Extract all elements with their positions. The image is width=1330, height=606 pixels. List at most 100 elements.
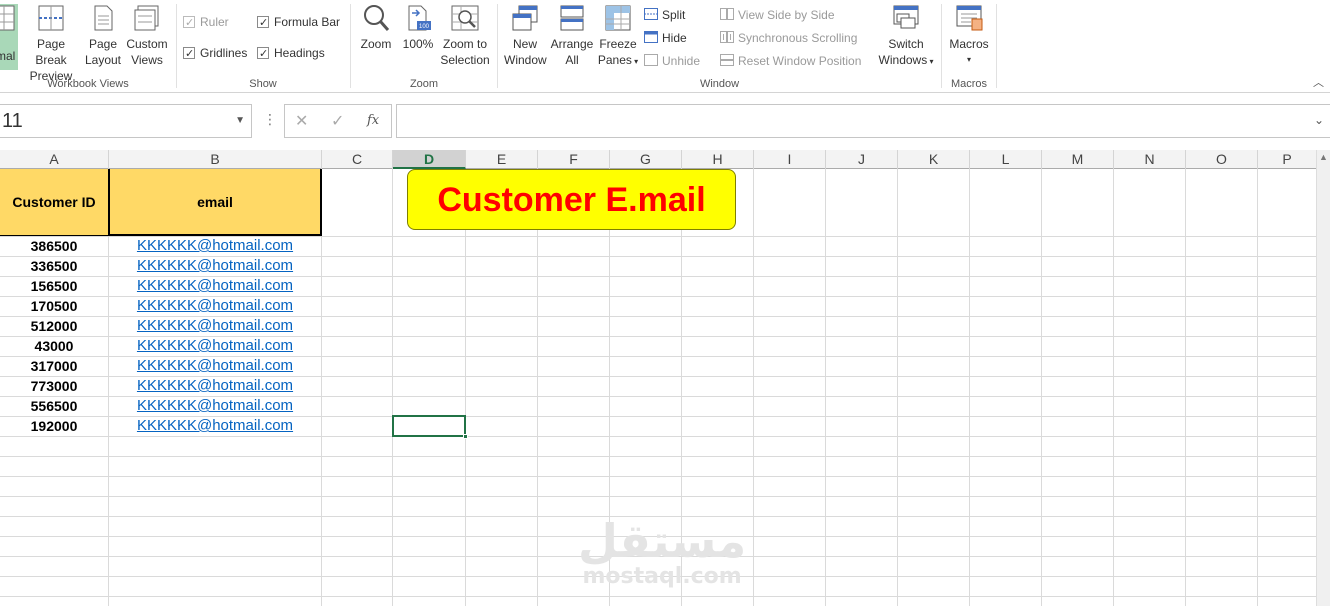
email-link-cell[interactable]: KKKKKK@hotmail.com	[109, 316, 321, 336]
ruler-label: Ruler	[200, 15, 229, 29]
email-link-cell[interactable]: KKKKKK@hotmail.com	[109, 396, 321, 416]
column-header-d[interactable]: D	[393, 150, 466, 169]
page-break-label-1: Page Break	[35, 37, 67, 67]
new-window-button[interactable]: New Window	[504, 4, 547, 68]
grid-vline	[897, 169, 898, 606]
formula-input[interactable]: ⌄	[396, 104, 1330, 138]
grid-hline	[0, 476, 1316, 477]
grid-vline	[1257, 169, 1258, 606]
customer-id-cell[interactable]: 556500	[0, 396, 108, 416]
group-show: ✓ Ruler ✓ Formula Bar ✓ Gridlines ✓ Headings…	[177, 0, 349, 93]
macros-dropdown-icon: ▾	[966, 55, 971, 64]
email-link-cell[interactable]: KKKKKK@hotmail.com	[109, 376, 321, 396]
header-cell-customer-id[interactable]: Customer ID	[0, 169, 108, 236]
scroll-up-icon[interactable]: ▲	[1319, 152, 1328, 162]
name-box-dropdown-icon[interactable]: ▼	[235, 105, 245, 137]
column-header-a[interactable]: A	[0, 150, 109, 169]
column-header-p[interactable]: P	[1258, 150, 1317, 169]
fill-handle[interactable]	[463, 434, 468, 439]
split-button[interactable]: Split	[644, 6, 685, 24]
header-cell-email[interactable]: email	[108, 169, 322, 236]
column-header-f[interactable]: F	[538, 150, 610, 169]
customer-id-cell[interactable]: 386500	[0, 236, 108, 256]
macros-button[interactable]: Macros ▾	[946, 4, 992, 68]
column-header-b[interactable]: B	[109, 150, 322, 169]
active-cell-selection[interactable]	[392, 415, 468, 439]
page-break-icon	[38, 5, 64, 31]
customer-id-cell[interactable]: 773000	[0, 376, 108, 396]
column-header-g[interactable]: G	[610, 150, 682, 169]
customer-id-cell[interactable]: 43000	[0, 336, 108, 356]
column-header-k[interactable]: K	[898, 150, 970, 169]
synchronous-scrolling-button[interactable]: Synchronous Scrolling	[720, 29, 857, 47]
insert-function-icon[interactable]: fx	[367, 113, 379, 128]
group-label-workbook-views: Workbook Views	[47, 78, 129, 90]
customer-id-cell[interactable]: 336500	[0, 256, 108, 276]
zoom-100-button[interactable]: 100 100%	[399, 4, 437, 52]
customer-id-cell[interactable]: 317000	[0, 356, 108, 376]
vertical-scrollbar[interactable]: ▲	[1316, 150, 1330, 606]
zoom-button[interactable]: Zoom	[357, 4, 395, 52]
customer-id-cell[interactable]: 170500	[0, 296, 108, 316]
formula-expand-icon[interactable]: ⌄	[1314, 113, 1324, 127]
grid-vline	[537, 169, 538, 606]
page-break-preview-button[interactable]: Page Break Preview	[20, 4, 82, 84]
page-layout-button[interactable]: Page Layout	[84, 4, 122, 68]
ruler-checkbox[interactable]: ✓ Ruler	[183, 13, 229, 31]
grid-vline	[1113, 169, 1114, 606]
column-header-e[interactable]: E	[466, 150, 538, 169]
title-shape[interactable]: Customer E.mail	[407, 169, 736, 230]
collapse-ribbon-icon[interactable]: ︿	[1313, 74, 1324, 90]
name-box[interactable]: 11 ▼	[0, 104, 252, 138]
headings-checkbox[interactable]: ✓ Headings	[257, 44, 325, 62]
email-link-cell[interactable]: KKKKKK@hotmail.com	[109, 256, 321, 276]
worksheet[interactable]: ABCDEFGHIJKLMNOP Customer ID email 38650…	[0, 150, 1330, 606]
email-link-cell[interactable]: KKKKKK@hotmail.com	[109, 336, 321, 356]
custom-views-button[interactable]: Custom Views	[124, 4, 170, 68]
customer-id-cell[interactable]: 156500	[0, 276, 108, 296]
unhide-label: Unhide	[662, 54, 701, 68]
email-link-cell[interactable]: KKKKKK@hotmail.com	[109, 276, 321, 296]
group-label-zoom: Zoom	[409, 78, 439, 90]
watermark-arabic: مستقل	[578, 514, 747, 568]
column-header-c[interactable]: C	[322, 150, 393, 169]
freeze-panes-icon	[605, 5, 631, 31]
column-header-h[interactable]: H	[682, 150, 754, 169]
headings-check-icon: ✓	[257, 47, 269, 60]
grid-vline	[825, 169, 826, 606]
customer-id-cell[interactable]: 192000	[0, 416, 108, 436]
freeze-panes-button[interactable]: Freeze Panes ▾	[596, 4, 640, 70]
email-link-cell[interactable]: KKKKKK@hotmail.com	[109, 416, 321, 436]
macros-icon	[956, 5, 983, 31]
column-header-m[interactable]: M	[1042, 150, 1114, 169]
grid-vline	[1185, 169, 1186, 606]
column-header-n[interactable]: N	[1114, 150, 1186, 169]
normal-view-label: rmal	[0, 49, 16, 63]
column-header-i[interactable]: I	[754, 150, 826, 169]
hide-button[interactable]: Hide	[644, 29, 687, 47]
view-side-by-side-button[interactable]: View Side by Side	[720, 6, 835, 24]
formula-bar-resize-handle[interactable]: ⋮	[263, 111, 277, 128]
freeze-panes-label-1: Freeze	[599, 37, 637, 51]
reset-window-position-button[interactable]: Reset Window Position	[720, 52, 861, 70]
column-header-o[interactable]: O	[1186, 150, 1258, 169]
zoom-to-selection-button[interactable]: Zoom to Selection	[439, 4, 491, 68]
formula-bar-checkbox[interactable]: ✓ Formula Bar	[257, 13, 340, 31]
normal-view-button[interactable]: rmal	[0, 4, 18, 70]
arrange-all-button[interactable]: Arrange All	[550, 4, 594, 68]
header-email-text: email	[197, 194, 233, 210]
column-header-l[interactable]: L	[970, 150, 1042, 169]
enter-icon[interactable]: ✓	[331, 111, 344, 131]
column-header-j[interactable]: J	[826, 150, 898, 169]
gridlines-label: Gridlines	[200, 46, 248, 60]
switch-windows-button[interactable]: Switch Windows ▾	[874, 4, 938, 70]
email-link-cell[interactable]: KKKKKK@hotmail.com	[109, 236, 321, 256]
email-link-cell[interactable]: KKKKKK@hotmail.com	[109, 356, 321, 376]
cancel-icon[interactable]: ✕	[295, 111, 308, 131]
custom-views-icon	[134, 5, 159, 31]
name-box-value: 11	[2, 110, 23, 132]
customer-id-cell[interactable]: 512000	[0, 316, 108, 336]
unhide-button[interactable]: Unhide	[644, 52, 700, 70]
gridlines-checkbox[interactable]: ✓ Gridlines	[183, 44, 247, 62]
email-link-cell[interactable]: KKKKKK@hotmail.com	[109, 296, 321, 316]
